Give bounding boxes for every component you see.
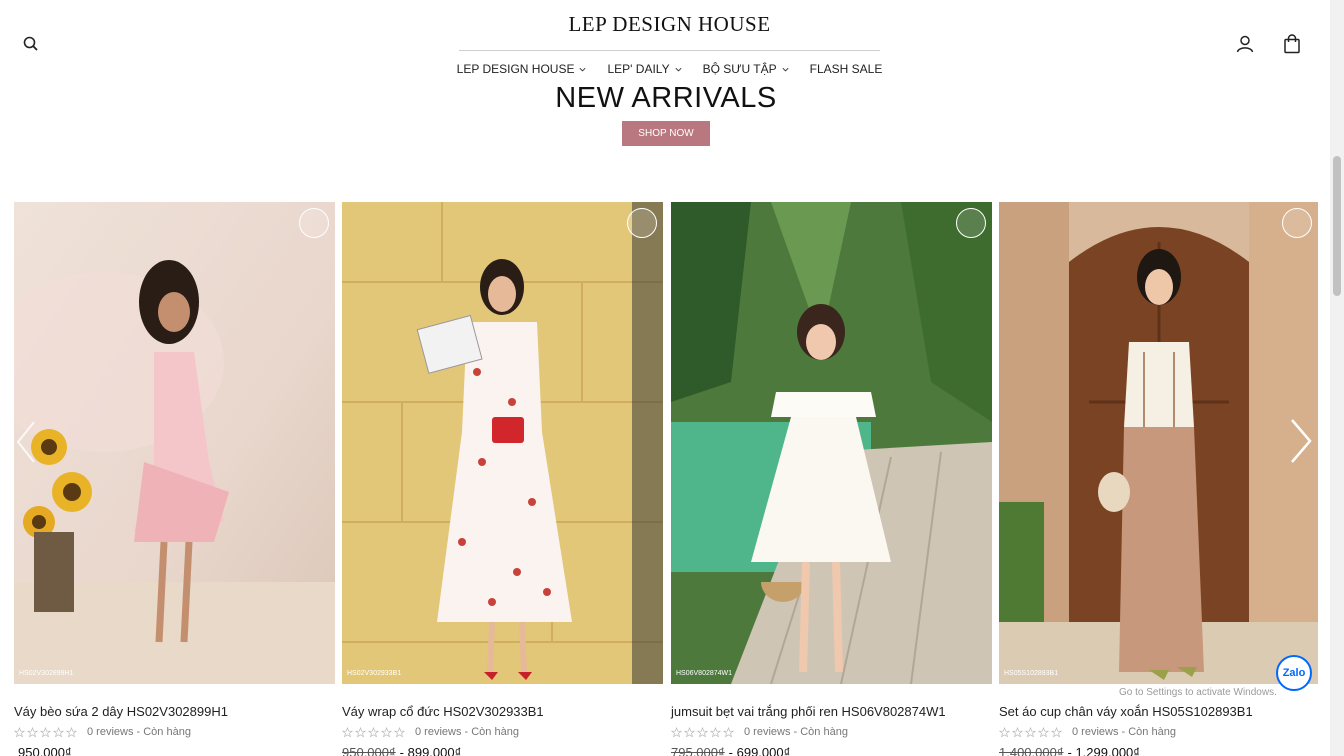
chevron-right-icon	[1291, 419, 1312, 463]
star-icon	[40, 727, 51, 738]
old-price: 795.000₫	[671, 745, 725, 756]
chevron-down-icon	[675, 67, 682, 71]
old-price: 1.400.000₫	[999, 745, 1064, 756]
nav-item-lep-design-house[interactable]: LEP DESIGN HOUSE	[447, 62, 598, 76]
product-image[interactable]: HS05S102893B1	[999, 202, 1318, 684]
nav-item-bo-suu-tap[interactable]: BỘ SƯU TẬP	[693, 62, 800, 76]
product-name[interactable]: Váy bèo sứa 2 dây HS02V302899H1	[14, 704, 228, 719]
chevron-down-icon	[579, 67, 587, 71]
star-icon	[1025, 727, 1036, 738]
star-icon	[66, 727, 77, 738]
sale-price: - 899.000₫	[399, 745, 462, 756]
product-price: 950.000₫ - 899.000₫	[342, 745, 461, 756]
star-icon	[671, 727, 682, 738]
rating-stars	[342, 727, 405, 738]
product-name[interactable]: Váy wrap cổ đức HS02V302933B1	[342, 704, 544, 719]
star-icon	[394, 727, 405, 738]
product-price: 795.000₫ - 699.000₫	[671, 745, 790, 756]
nav-item-flash-sale[interactable]: FLASH SALE	[800, 62, 893, 76]
star-icon	[1038, 727, 1049, 738]
star-icon	[1051, 727, 1062, 738]
product-card[interactable]: HS05S102893B1 Set áo cup chân váy xoắn H…	[999, 202, 1318, 756]
rating-stars	[671, 727, 734, 738]
brand-badge-icon	[1282, 208, 1312, 238]
star-icon	[710, 727, 721, 738]
nav-item-label: LEP DESIGN HOUSE	[456, 62, 575, 76]
carousel-next-button[interactable]	[1288, 418, 1314, 464]
star-icon	[999, 727, 1010, 738]
star-icon	[53, 727, 64, 738]
chevron-left-icon	[16, 421, 35, 463]
product-card[interactable]: HS02V302933B1 Váy wrap cổ đức HS02V30293…	[342, 202, 663, 756]
brand-badge-icon	[299, 208, 329, 238]
brand-badge-icon	[956, 208, 986, 238]
nav-item-lep-daily[interactable]: LEP' DAILY	[597, 62, 692, 76]
star-icon	[684, 727, 695, 738]
product-card[interactable]: HS06V802874W1 jumsuit bẹt vai trắng phối…	[671, 202, 992, 756]
rating-stars	[999, 727, 1062, 738]
search-icon[interactable]	[22, 35, 40, 53]
product-name[interactable]: Set áo cup chân váy xoắn HS05S102893B1	[999, 704, 1253, 719]
star-icon	[355, 727, 366, 738]
product-image[interactable]: HS02V302899H1	[14, 202, 335, 684]
section-title: NEW ARRIVALS	[555, 82, 777, 114]
product-price: 950.000₫	[14, 745, 72, 756]
shop-now-button[interactable]: SHOP NOW	[622, 121, 710, 146]
zalo-chat-button[interactable]: Zalo	[1276, 655, 1312, 691]
windows-activation-watermark: Go to Settings to activate Windows.	[1119, 687, 1277, 698]
nav-item-label: FLASH SALE	[809, 62, 883, 76]
brand-badge-icon	[627, 208, 657, 238]
image-sku-tag: HS02V302899H1	[19, 670, 74, 677]
product-image[interactable]: HS06V802874W1	[671, 202, 992, 684]
star-icon	[14, 727, 25, 738]
star-icon	[342, 727, 353, 738]
product-price: 1.400.000₫ - 1.299.000₫	[999, 745, 1140, 756]
sale-price: - 699.000₫	[728, 745, 791, 756]
review-status: 0 reviews - Còn hàng	[87, 726, 191, 738]
logo-divider	[459, 50, 880, 51]
page-scrollbar[interactable]	[1330, 0, 1344, 756]
nav-item-label: BỘ SƯU TẬP	[702, 62, 777, 76]
review-status: 0 reviews - Còn hàng	[415, 726, 519, 738]
scrollbar-thumb[interactable]	[1333, 156, 1341, 296]
star-icon	[368, 727, 379, 738]
image-sku-tag: HS05S102893B1	[1004, 670, 1059, 677]
site-logo[interactable]: LEP DESIGN HOUSE	[459, 12, 880, 37]
image-sku-tag: HS06V802874W1	[676, 670, 733, 677]
image-sku-tag: HS02V302933B1	[347, 670, 402, 677]
star-icon	[723, 727, 734, 738]
star-icon	[381, 727, 392, 738]
user-icon[interactable]	[1235, 34, 1255, 54]
shopping-bag-icon[interactable]	[1283, 34, 1301, 54]
product-name[interactable]: jumsuit bẹt vai trắng phối ren HS06V8028…	[671, 704, 946, 719]
product-card[interactable]: HS02V302899H1 Váy bèo sứa 2 dây HS02V302…	[14, 202, 335, 756]
nav-item-label: LEP' DAILY	[607, 62, 670, 76]
site-header: LEP DESIGN HOUSE LEP DESIGN HOUSE LEP' D…	[0, 0, 1330, 84]
star-icon	[697, 727, 708, 738]
carousel-prev-button[interactable]	[14, 420, 38, 464]
review-status: 0 reviews - Còn hàng	[744, 726, 848, 738]
sale-price: - 1.299.000₫	[1067, 745, 1140, 756]
product-image[interactable]: HS02V302933B1	[342, 202, 663, 684]
sale-price: 950.000₫	[18, 745, 72, 756]
review-status: 0 reviews - Còn hàng	[1072, 726, 1176, 738]
old-price: 950.000₫	[342, 745, 396, 756]
star-icon	[1012, 727, 1023, 738]
chevron-down-icon	[782, 67, 789, 71]
main-nav: LEP DESIGN HOUSE LEP' DAILY BỘ SƯU TẬP F…	[457, 62, 883, 76]
star-icon	[27, 727, 38, 738]
rating-stars	[14, 727, 77, 738]
